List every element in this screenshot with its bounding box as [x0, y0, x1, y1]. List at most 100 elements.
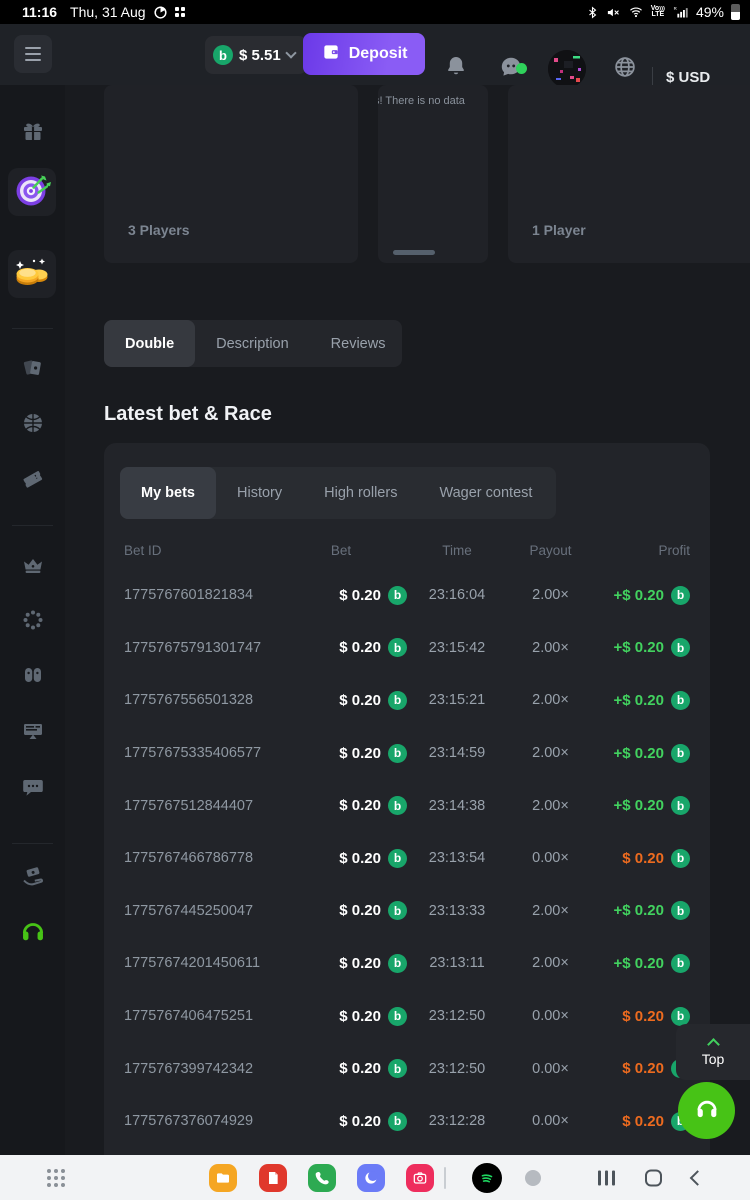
- game-panel-left: 3 Players: [104, 85, 358, 263]
- tab-my-bets[interactable]: My bets: [120, 467, 216, 519]
- internet-app-icon[interactable]: [357, 1164, 385, 1192]
- support-fab[interactable]: [678, 1082, 735, 1139]
- back-icon[interactable]: [690, 1170, 706, 1186]
- bet-time: 23:15:42: [407, 640, 507, 656]
- lottery-ticket-icon[interactable]: [0, 466, 65, 490]
- battery-percent: 49%: [696, 4, 724, 20]
- support-headphones-icon[interactable]: [0, 918, 65, 944]
- mute-icon: [606, 5, 621, 20]
- gallery-app-icon[interactable]: [406, 1164, 434, 1192]
- sidebar-item-coins[interactable]: [8, 250, 56, 298]
- table-row[interactable]: 1775767512844407 $ 0.20b 23:14:38 2.00× …: [124, 779, 690, 832]
- bet-time: 23:16:04: [407, 587, 507, 603]
- col-bet-id: Bet ID: [124, 543, 289, 558]
- bet-id: 1775767376074929: [124, 1113, 282, 1129]
- bets-tabs: My bets History High rollers Wager conte…: [120, 467, 556, 519]
- bet-id: 1775767556501328: [124, 692, 282, 708]
- android-status-bar: 11:16 Thu, 31 Aug Vo)))LTE R 49%: [0, 0, 750, 24]
- signal-icon: R: [672, 5, 689, 20]
- bet-time: 23:13:33: [407, 903, 507, 919]
- table-row[interactable]: 1775767376074929 $ 0.20b 23:12:28 0.00× …: [124, 1095, 690, 1148]
- col-time: Time: [407, 543, 507, 558]
- gift-icon[interactable]: [0, 119, 65, 143]
- chevron-down-icon: [285, 47, 296, 58]
- coin-icon: b: [671, 586, 690, 605]
- affiliate-users-icon[interactable]: [0, 663, 65, 687]
- bet-amount: $ 0.20b: [289, 691, 407, 710]
- table-row[interactable]: 17757674201450611 $ 0.20b 23:13:11 2.00×…: [124, 937, 690, 990]
- table-row[interactable]: 17757675791301747 $ 0.20b 23:15:42 2.00×…: [124, 622, 690, 675]
- bet-id: 1775767601821834: [124, 587, 282, 603]
- table-row[interactable]: 1775767466786778 $ 0.20b 23:13:54 0.00× …: [124, 832, 690, 885]
- balance-amount: $ 5.51: [239, 47, 281, 64]
- tab-history[interactable]: History: [216, 467, 303, 519]
- deposit-button[interactable]: Deposit: [303, 33, 426, 75]
- spotify-app-icon[interactable]: [472, 1163, 502, 1193]
- deposit-label: Deposit: [349, 45, 408, 63]
- crown-vip-icon[interactable]: [0, 553, 65, 577]
- chat-icon[interactable]: [498, 67, 524, 84]
- coin-icon: b: [671, 744, 690, 763]
- table-row[interactable]: 1775767406475251 $ 0.20b 23:12:50 0.00× …: [124, 990, 690, 1043]
- sidebar-divider: [12, 843, 53, 844]
- tab-reviews[interactable]: Reviews: [310, 320, 407, 367]
- tab-wager-contest[interactable]: Wager contest: [418, 467, 553, 519]
- desktop-monitor-icon[interactable]: [0, 719, 65, 743]
- bets-table-body: 1775767601821834 $ 0.20b 23:16:04 2.00× …: [124, 569, 690, 1148]
- bet-amount: $ 0.20b: [289, 744, 407, 763]
- table-header: Bet ID Bet Time Payout Profit: [124, 531, 690, 569]
- tab-high-rollers[interactable]: High rollers: [303, 467, 418, 519]
- bet-payout: 2.00×: [507, 903, 594, 919]
- scrollbar-thumb[interactable]: [393, 250, 435, 255]
- notes-app-icon[interactable]: [259, 1164, 287, 1192]
- table-row[interactable]: 17757675335406577 $ 0.20b 23:14:59 2.00×…: [124, 727, 690, 780]
- wallet-icon: [321, 42, 341, 67]
- bet-payout: 0.00×: [507, 1008, 594, 1024]
- no-data-text: s! There is no data: [378, 95, 465, 107]
- bet-payout: 2.00×: [507, 955, 594, 971]
- table-row[interactable]: 1775767445250047 $ 0.20b 23:13:33 2.00× …: [124, 885, 690, 938]
- notification-dots-icon: [175, 7, 185, 17]
- bet-time: 23:12:28: [407, 1113, 507, 1129]
- wallet-group: b $ 5.51 Deposit: [205, 36, 425, 74]
- online-status-dot: [516, 63, 527, 74]
- currency-selector[interactable]: $ USD: [666, 69, 710, 86]
- recents-icon[interactable]: [598, 1170, 615, 1185]
- sidebar-divider: [12, 328, 53, 329]
- scroll-to-top-button[interactable]: Top: [676, 1024, 750, 1080]
- bet-amount: $ 0.20b: [289, 954, 407, 973]
- app-drawer-icon[interactable]: [47, 1169, 65, 1187]
- menu-button[interactable]: [14, 35, 52, 73]
- casino-cards-icon[interactable]: [0, 356, 65, 380]
- table-row[interactable]: 1775767601821834 $ 0.20b 23:16:04 2.00× …: [124, 569, 690, 622]
- sidebar-item-double-game[interactable]: [8, 168, 56, 216]
- chevron-up-icon: [707, 1038, 720, 1051]
- chat-room-icon[interactable]: [0, 775, 65, 799]
- game-panel-middle: s! There is no data: [378, 85, 488, 263]
- balance-selector[interactable]: b $ 5.51: [205, 36, 307, 74]
- table-row[interactable]: 1775767556501328 $ 0.20b 23:15:21 2.00× …: [124, 674, 690, 727]
- bet-payout: 0.00×: [507, 1113, 594, 1129]
- wifi-icon: [628, 5, 644, 19]
- bonus-ring-icon[interactable]: [0, 608, 65, 632]
- cashback-hand-icon[interactable]: [0, 865, 65, 889]
- recent-app-icon[interactable]: [525, 1170, 541, 1186]
- folder-app-icon[interactable]: [209, 1164, 237, 1192]
- tab-description[interactable]: Description: [195, 320, 310, 367]
- table-row[interactable]: 1775767399742342 $ 0.20b 23:12:50 0.00× …: [124, 1042, 690, 1095]
- sidebar: [0, 85, 65, 1155]
- phone-app-icon[interactable]: [308, 1164, 336, 1192]
- basketball-icon[interactable]: [0, 411, 65, 435]
- tab-double[interactable]: Double: [104, 320, 195, 367]
- home-icon[interactable]: [645, 1169, 662, 1186]
- bet-profit: $ 0.20b: [594, 1007, 690, 1026]
- coin-icon: b: [388, 691, 407, 710]
- bet-payout: 2.00×: [507, 798, 594, 814]
- bell-icon[interactable]: [444, 54, 468, 83]
- coin-icon: b: [388, 1059, 407, 1078]
- globe-icon[interactable]: [612, 54, 638, 85]
- coin-icon: b: [213, 45, 233, 65]
- darts-target-icon: [12, 170, 52, 215]
- avatar[interactable]: [548, 50, 586, 88]
- coin-icon: b: [388, 796, 407, 815]
